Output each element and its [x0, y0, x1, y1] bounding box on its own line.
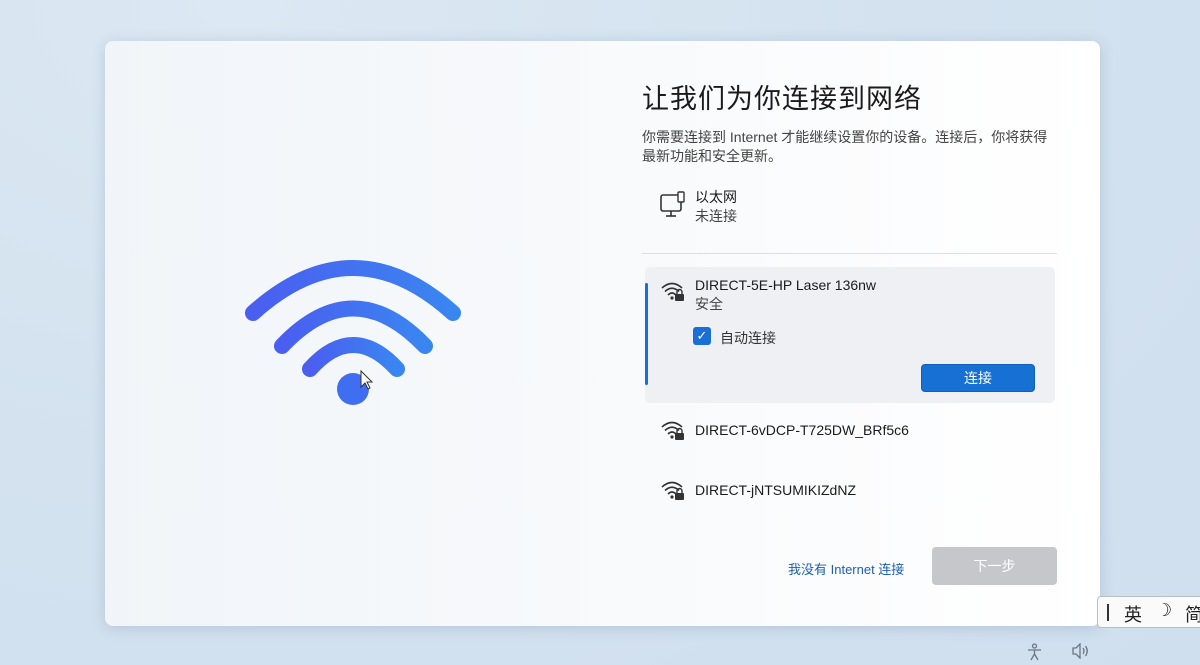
half-width-moon-icon[interactable]: ☽	[1156, 600, 1172, 621]
ethernet-name: 以太网	[695, 189, 737, 205]
ime-drag-handle[interactable]	[1107, 604, 1109, 621]
next-button[interactable]: 下一步	[932, 547, 1057, 585]
ime-charset-toggle[interactable]: 简	[1185, 601, 1200, 627]
page-description: 你需要连接到 Internet 才能继续设置你的设备。连接后，你将获得最新功能和…	[642, 129, 1048, 164]
divider	[642, 253, 1057, 254]
wifi-network-item-selected[interactable]: DIRECT-5E-HP Laser 136nw 安全 ✓ 自动连接 连接	[645, 267, 1055, 403]
wifi-hero-icon	[245, 260, 461, 405]
ime-language-toggle[interactable]: 英	[1124, 601, 1142, 627]
setup-dialog: 让我们为你连接到网络 你需要连接到 Internet 才能继续设置你的设备。连接…	[105, 41, 1100, 626]
ethernet-icon	[660, 191, 685, 217]
network-panel: 让我们为你连接到网络 你需要连接到 Internet 才能继续设置你的设备。连接…	[642, 41, 1062, 626]
network-name: DIRECT-6vDCP-T725DW_BRf5c6	[695, 422, 909, 438]
wifi-network-item[interactable]: DIRECT-6vDCP-T725DW_BRf5c6	[660, 418, 1040, 448]
no-internet-link[interactable]: 我没有 Internet 连接	[788, 559, 904, 578]
network-security: 安全	[695, 296, 723, 312]
ethernet-item[interactable]: 以太网 未连接	[660, 187, 1040, 233]
ime-toolbar[interactable]: 英 ☽ 简	[1097, 596, 1200, 628]
volume-icon[interactable]	[1071, 643, 1089, 659]
secured-wifi-icon	[661, 481, 684, 500]
page-title: 让我们为你连接到网络	[642, 84, 922, 114]
accessibility-icon[interactable]	[1026, 643, 1043, 661]
connect-button[interactable]: 连接	[921, 364, 1035, 392]
auto-connect-checkbox[interactable]: ✓	[693, 327, 711, 345]
network-name: DIRECT-5E-HP Laser 136nw	[695, 277, 877, 293]
selection-indicator	[645, 283, 648, 385]
network-name: DIRECT-jNTSUMIKIZdNZ	[695, 482, 856, 498]
secured-wifi-icon	[661, 421, 684, 440]
ethernet-status: 未连接	[695, 208, 737, 224]
secured-wifi-icon	[661, 282, 684, 301]
wifi-network-item[interactable]: DIRECT-jNTSUMIKIZdNZ	[660, 478, 1040, 508]
auto-connect-label: 自动连接	[720, 330, 776, 346]
